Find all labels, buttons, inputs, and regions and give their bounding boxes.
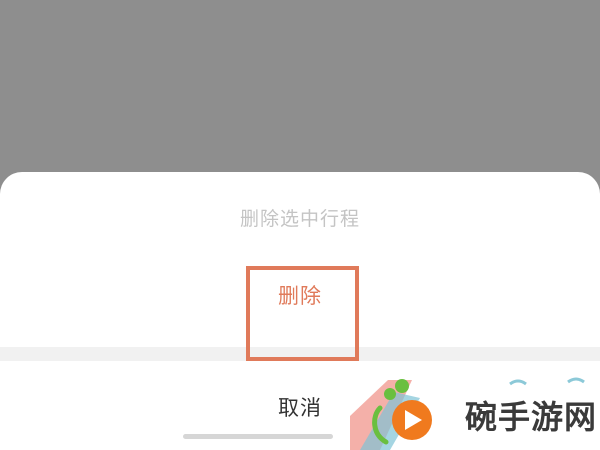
annotation-highlight-box xyxy=(246,266,359,361)
sheet-title: 删除选中行程 xyxy=(239,208,360,230)
screen: 删除选中行程 删除 取消 碗手游网 xyxy=(0,0,600,450)
watermark-text: 碗手游网 xyxy=(465,398,598,436)
home-indicator xyxy=(183,434,333,439)
